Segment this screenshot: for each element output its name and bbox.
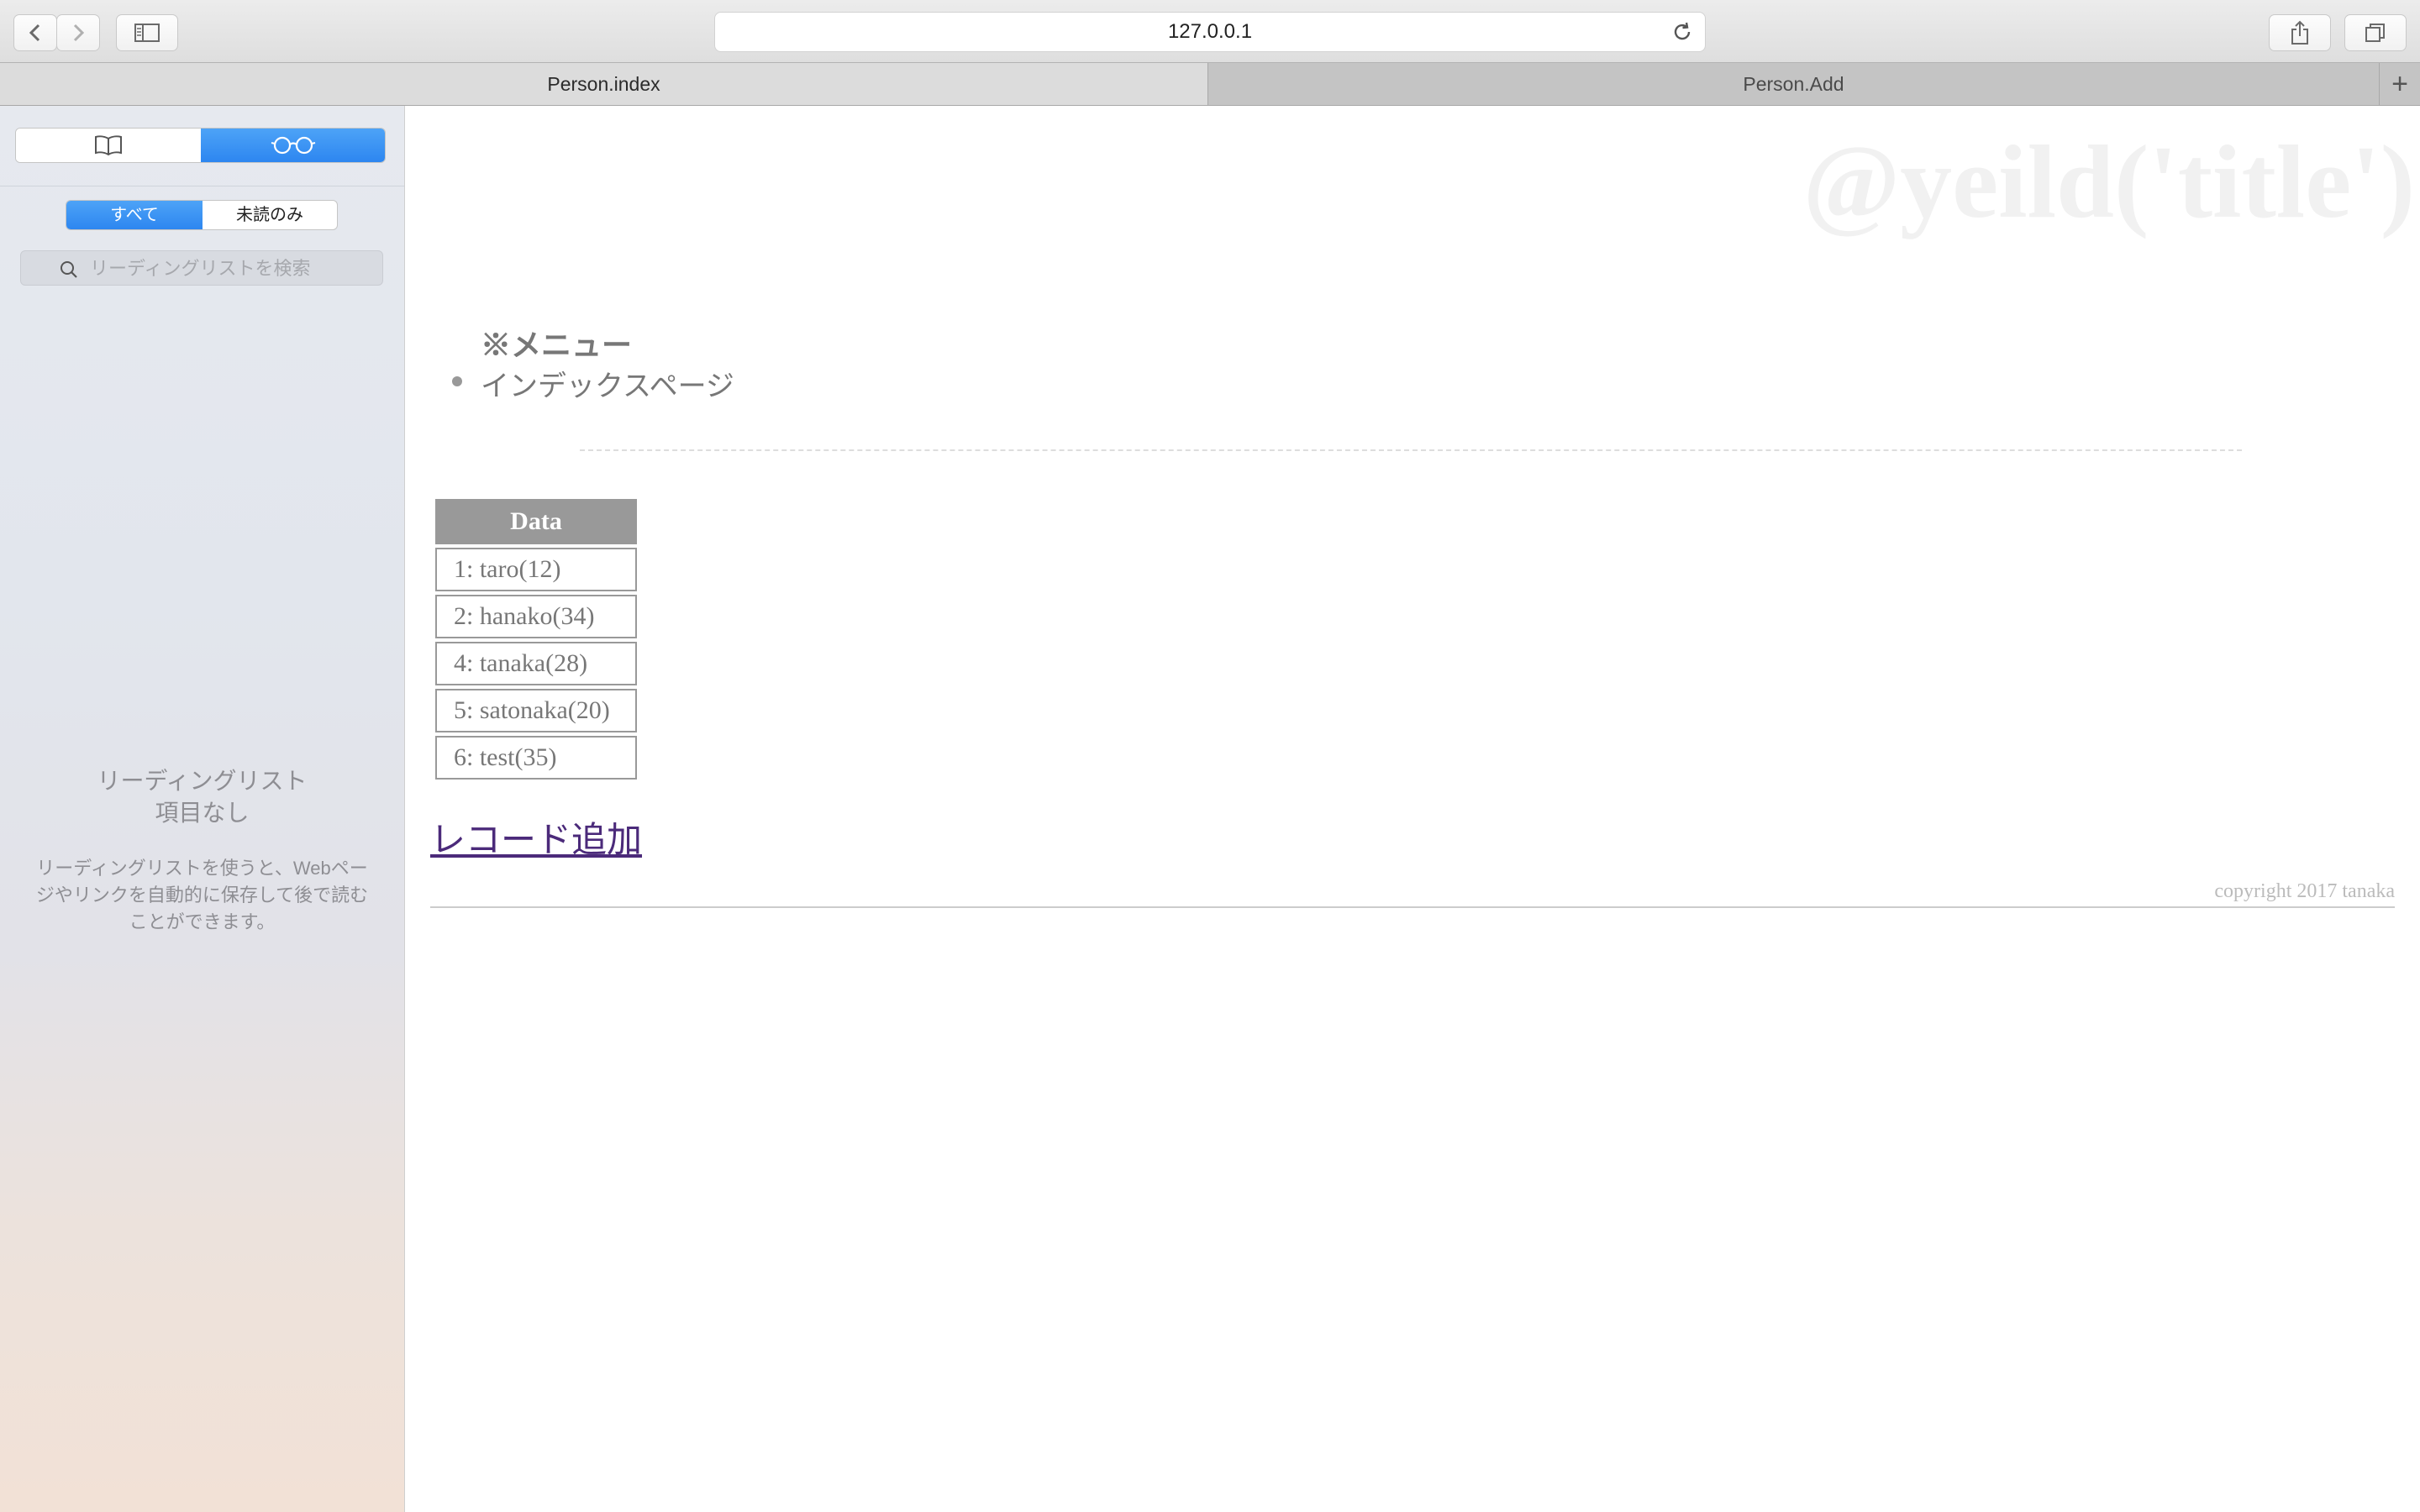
- empty-description: リーディングリストを使うと、Webページやリンクを自動的に保存して後で読むことが…: [35, 858, 369, 932]
- data-table: Data 1: taro(12) 2: hanako(34) 4: tanaka…: [432, 496, 640, 783]
- menu-item-label[interactable]: インデックスページ: [481, 371, 734, 402]
- empty-title-line2: 項目なし: [155, 800, 250, 826]
- sidebar-toggle-button[interactable]: [116, 14, 178, 51]
- glasses-icon: [271, 136, 316, 155]
- sidebar-icon: [134, 24, 160, 42]
- table-row: 2: hanako(34): [435, 595, 637, 638]
- sidebar-mode-switch: [15, 128, 386, 163]
- menu-title: ※メニュー: [481, 328, 633, 362]
- chevron-right-icon: [73, 24, 85, 42]
- browser-toolbar: 127.0.0.1: [0, 0, 2420, 62]
- search-input[interactable]: [88, 255, 377, 283]
- page-header-title: @yeild('title'): [1802, 124, 2415, 239]
- tab-person-index[interactable]: Person.index: [0, 63, 1208, 105]
- bullet-icon: [452, 376, 462, 386]
- share-button[interactable]: [2269, 14, 2331, 51]
- table-cell: 2: hanako(34): [435, 595, 637, 638]
- table-cell: 5: satonaka(20): [435, 689, 637, 732]
- share-icon: [2291, 20, 2308, 45]
- table-cell: 4: tanaka(28): [435, 642, 637, 685]
- reading-list-sidebar: すべて 未読のみ リーディングリスト 項目なし リーディングリストを使うと、We…: [0, 106, 405, 1512]
- address-bar[interactable]: 127.0.0.1: [714, 12, 1706, 52]
- chevron-left-icon: [29, 24, 40, 42]
- dashed-divider: [580, 449, 2242, 451]
- filter-unread-button[interactable]: 未読のみ: [203, 201, 337, 229]
- page-content: @yeild('title') ※メニュー インデックスページ Data 1: …: [405, 106, 2420, 1512]
- menu-item[interactable]: インデックスページ: [452, 363, 734, 404]
- tabs-icon: [2365, 24, 2385, 42]
- empty-title-line1: リーディングリスト: [97, 768, 308, 794]
- tab-overview-button[interactable]: [2344, 14, 2407, 51]
- add-record-link[interactable]: レコード追加: [430, 811, 642, 863]
- forward-button[interactable]: [56, 14, 100, 51]
- table-header: Data: [435, 499, 637, 544]
- new-tab-button[interactable]: +: [2380, 63, 2420, 105]
- table-cell: 6: test(35): [435, 736, 637, 780]
- reload-icon[interactable]: [1671, 21, 1693, 43]
- table-row: 5: satonaka(20): [435, 689, 637, 732]
- table-row: 6: test(35): [435, 736, 637, 780]
- book-icon: [95, 135, 122, 156]
- tab-bar: Person.index Person.Add +: [0, 62, 2420, 106]
- back-button[interactable]: [13, 14, 57, 51]
- table-cell: 1: taro(12): [435, 548, 637, 591]
- reading-list-tab[interactable]: [201, 129, 385, 162]
- url-text[interactable]: 127.0.0.1: [715, 13, 1705, 51]
- table-row: 4: tanaka(28): [435, 642, 637, 685]
- filter-all-button[interactable]: すべて: [66, 201, 203, 229]
- tab-person-add[interactable]: Person.Add: [1208, 63, 2380, 105]
- reading-list-search[interactable]: [20, 250, 383, 286]
- footer: copyright 2017 tanaka: [430, 880, 2395, 908]
- search-icon: [60, 261, 77, 278]
- menu-list: インデックスページ: [452, 363, 734, 404]
- reading-filter: すべて 未読のみ: [66, 200, 338, 230]
- bookmarks-tab[interactable]: [16, 129, 201, 162]
- table-row: 1: taro(12): [435, 548, 637, 591]
